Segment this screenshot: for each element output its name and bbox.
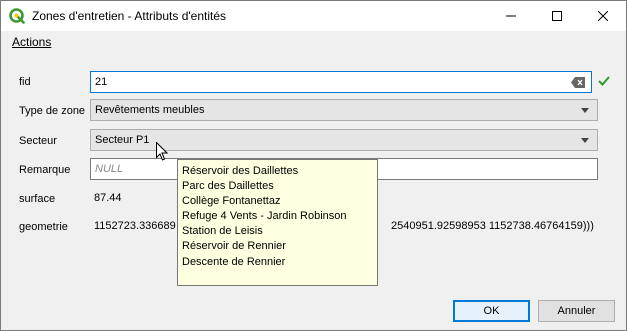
- secteur-tooltip: Réservoir des Daillettes Parc des Daille…: [177, 159, 378, 286]
- tooltip-item: Parc des Daillettes: [182, 180, 274, 193]
- surface-label: surface: [19, 193, 56, 205]
- attributes-dialog: Zones d'entretien - Attributs d'entités …: [0, 0, 627, 331]
- tooltip-item: Refuge 4 Vents - Jardin Robinson: [182, 210, 347, 223]
- close-button[interactable]: [580, 1, 626, 31]
- type-zone-label: Type de zone: [19, 105, 86, 117]
- fid-value: 21: [95, 76, 108, 88]
- valid-check-icon: [598, 76, 610, 86]
- title-bar[interactable]: Zones d'entretien - Attributs d'entités: [1, 1, 626, 31]
- surface-value: 87.44: [94, 192, 122, 204]
- cancel-button[interactable]: Annuler: [538, 300, 615, 322]
- maximize-icon: [552, 11, 562, 21]
- geometrie-value-start: 1152723.336689: [94, 220, 176, 232]
- qgis-logo-icon: [9, 8, 25, 24]
- fid-field[interactable]: 21: [90, 71, 592, 93]
- minimize-button[interactable]: [488, 1, 534, 31]
- window-title: Zones d'entretien - Attributs d'entités: [32, 9, 227, 23]
- chevron-down-icon: [581, 108, 589, 113]
- type-zone-combo[interactable]: Revêtements meubles: [90, 99, 598, 121]
- tooltip-item: Station de Leisis: [182, 225, 263, 238]
- remarque-placeholder: NULL: [95, 163, 124, 175]
- secteur-value: Secteur P1: [95, 134, 150, 146]
- tooltip-item: Réservoir de Rennier: [182, 240, 286, 253]
- ok-button[interactable]: OK: [453, 300, 530, 322]
- secteur-label: Secteur: [19, 135, 57, 147]
- close-icon: [598, 11, 608, 21]
- menu-actions[interactable]: Actions: [12, 35, 51, 49]
- minimize-icon: [506, 15, 516, 17]
- clear-icon[interactable]: [571, 77, 585, 88]
- fid-label: fid: [19, 76, 31, 88]
- menu-actions-label: Actions: [12, 35, 52, 49]
- geometrie-value-end: 2540951.92598953 1152738.46764159))): [391, 220, 594, 232]
- menu-bar: Actions: [1, 31, 626, 51]
- tooltip-item: Descente de Rennier: [182, 255, 286, 268]
- chevron-down-icon: [581, 138, 589, 143]
- tooltip-item: Réservoir des Daillettes: [182, 165, 299, 177]
- cancel-button-label: Annuler: [557, 305, 596, 317]
- remarque-label: Remarque: [19, 164, 71, 176]
- mouse-cursor-icon: [156, 142, 168, 161]
- type-zone-value: Revêtements meubles: [95, 104, 205, 116]
- geometrie-label: geometrie: [19, 221, 68, 233]
- maximize-button[interactable]: [534, 1, 580, 31]
- tooltip-item: Collège Fontanettaz: [182, 195, 281, 208]
- ok-button-label: OK: [483, 305, 500, 317]
